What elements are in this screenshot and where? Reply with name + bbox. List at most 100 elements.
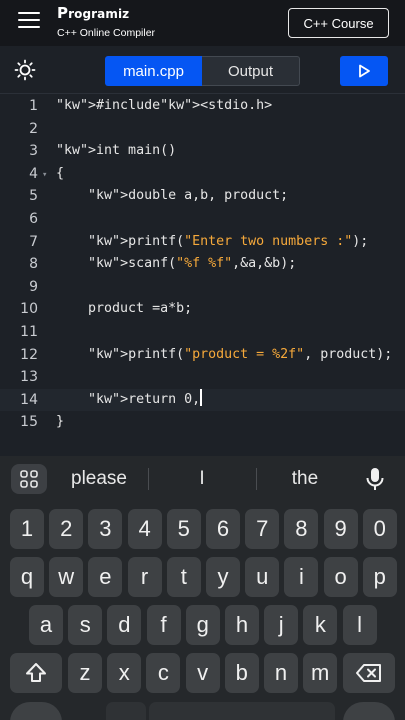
sun-icon[interactable]	[14, 59, 36, 81]
line-number: 8	[29, 256, 38, 273]
suggestion-3[interactable]: the	[258, 456, 352, 502]
backspace-icon	[356, 664, 381, 682]
key-e[interactable]: e	[88, 557, 123, 597]
key-4[interactable]: 4	[127, 509, 162, 549]
key-6[interactable]: 6	[206, 509, 240, 549]
space-key[interactable]	[149, 702, 335, 720]
line-number: 10	[20, 301, 38, 318]
code-line[interactable]: 11	[0, 321, 405, 343]
key-n[interactable]: n	[264, 653, 298, 693]
code-text: }	[56, 414, 65, 430]
line-number: 9	[29, 278, 38, 295]
key-0[interactable]: 0	[362, 509, 397, 549]
suggestion-2[interactable]: I	[150, 456, 254, 502]
code-line[interactable]: 15}	[0, 411, 405, 433]
brand-logo-p: P	[57, 4, 69, 22]
key-x[interactable]: x	[107, 653, 142, 693]
backspace-key[interactable]	[343, 653, 395, 693]
symbols-key[interactable]	[10, 702, 62, 720]
key-9[interactable]: 9	[323, 509, 358, 549]
code-line[interactable]: 5 "kw">double a,b, product;	[0, 185, 405, 207]
app-header: Programiz C++ Online Compiler C++ Course	[0, 0, 405, 46]
code-text: "kw">return 0,	[56, 388, 202, 411]
line-number: 15	[20, 414, 38, 431]
key-1[interactable]: 1	[10, 509, 44, 549]
key-g[interactable]: g	[185, 605, 220, 645]
grid-icon[interactable]	[11, 464, 47, 494]
line-number: 11	[20, 324, 38, 340]
key-c[interactable]: c	[146, 653, 181, 693]
line-number: 14	[20, 391, 38, 408]
editor-toolbar: main.cpp Output	[0, 48, 405, 94]
code-line[interactable]: 4 ▾ {	[0, 163, 405, 185]
code-text: "kw">scanf("%f %f",&a,&b);	[88, 256, 297, 272]
key-7[interactable]: 7	[245, 509, 280, 549]
suggestion-divider	[256, 468, 257, 490]
key-q[interactable]: q	[10, 557, 44, 597]
run-button[interactable]	[340, 56, 388, 86]
key-z[interactable]: z	[68, 653, 102, 693]
line-number: 4	[29, 165, 38, 182]
emoji-key[interactable]	[106, 702, 146, 720]
shift-icon	[26, 663, 46, 682]
key-5[interactable]: 5	[166, 509, 201, 549]
cpp-course-button[interactable]: C++ Course	[288, 8, 389, 38]
microphone-icon[interactable]	[360, 465, 390, 493]
key-k[interactable]: k	[303, 605, 338, 645]
code-line[interactable]: 1 "kw">#include"kw"><stdio.h>	[0, 95, 405, 117]
code-text: {	[56, 165, 65, 181]
key-l[interactable]: l	[342, 605, 377, 645]
key-a[interactable]: a	[29, 605, 63, 645]
code-text: "kw">int main()	[56, 143, 177, 159]
tab-output[interactable]: Output	[202, 56, 300, 86]
key-3[interactable]: 3	[88, 509, 123, 549]
code-line[interactable]: 7 "kw">printf("Enter two numbers :");	[0, 231, 405, 253]
key-t[interactable]: t	[166, 557, 201, 597]
code-line[interactable]: 14 "kw">return 0,	[0, 388, 405, 411]
code-text: "kw">#include"kw"><stdio.h>	[56, 98, 273, 113]
code-text: product =a*b;	[56, 301, 193, 317]
key-u[interactable]: u	[245, 557, 280, 597]
tab-main-cpp[interactable]: main.cpp	[105, 56, 202, 86]
code-text: "kw">double a,b, product;	[88, 188, 289, 204]
key-8[interactable]: 8	[284, 509, 319, 549]
line-number: 12	[20, 346, 38, 363]
key-2[interactable]: 2	[49, 509, 84, 549]
brand-name: rogramiz	[68, 7, 130, 21]
text-cursor	[200, 388, 202, 406]
key-d[interactable]: d	[107, 605, 142, 645]
key-j[interactable]: j	[264, 605, 299, 645]
key-h[interactable]: h	[225, 605, 259, 645]
line-number: 5	[29, 188, 38, 205]
brand[interactable]: Programiz C++ Online Compiler	[57, 4, 155, 39]
key-s[interactable]: s	[68, 605, 103, 645]
key-y[interactable]: y	[206, 557, 240, 597]
code-text: "kw">printf("product = %2f", product);	[88, 346, 393, 362]
key-m[interactable]: m	[303, 653, 338, 693]
key-r[interactable]: r	[127, 557, 162, 597]
hamburger-menu-icon[interactable]	[18, 11, 40, 29]
code-line[interactable]: 13	[0, 366, 405, 388]
code-line[interactable]: 2	[0, 118, 405, 140]
key-b[interactable]: b	[224, 653, 259, 693]
shift-key[interactable]	[10, 653, 62, 693]
key-w[interactable]: w	[49, 557, 84, 597]
code-line[interactable]: 10 product =a*b;	[0, 298, 405, 320]
code-line[interactable]: 3 "kw">int main()	[0, 140, 405, 162]
key-o[interactable]: o	[323, 557, 358, 597]
code-line[interactable]: 12 "kw">printf("product = %2f", product)…	[0, 344, 405, 366]
key-p[interactable]: p	[362, 557, 397, 597]
code-editor[interactable]: 1 "kw">#include"kw"><stdio.h> 2 3 "kw">int m…	[0, 94, 405, 456]
key-f[interactable]: f	[146, 605, 181, 645]
key-i[interactable]: i	[284, 557, 319, 597]
code-line[interactable]: 8 "kw">scanf("%f %f",&a,&b);	[0, 253, 405, 275]
play-icon	[359, 64, 370, 78]
suggestion-1[interactable]: please	[52, 456, 146, 502]
enter-key[interactable]	[343, 702, 395, 720]
code-line[interactable]: 6	[0, 208, 405, 230]
line-number: 2	[29, 120, 38, 137]
key-v[interactable]: v	[185, 653, 220, 693]
fold-toggle-icon[interactable]: ▾	[42, 164, 47, 186]
line-number: 7	[29, 233, 38, 250]
code-line[interactable]: 9	[0, 276, 405, 298]
